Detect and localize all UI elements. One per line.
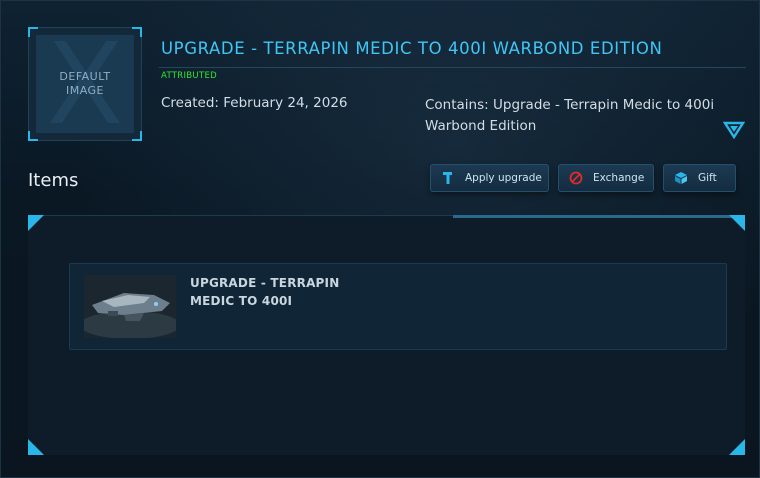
panel-corner-bracket	[729, 439, 745, 455]
panel-corner-bracket	[28, 215, 44, 231]
corner-bracket	[132, 131, 142, 141]
pledge-thumbnail: X DEFAULT IMAGE	[28, 27, 142, 141]
created-date: Created: February 24, 2026	[161, 95, 348, 111]
gift-button[interactable]: Gift	[663, 164, 736, 192]
item-title: UPGRADE - TERRAPIN MEDIC TO 400I	[190, 276, 340, 308]
exchange-label: Exchange	[593, 172, 645, 184]
thumbnail-label: DEFAULT IMAGE	[59, 70, 111, 97]
panel-highlight-bar	[453, 215, 745, 218]
panel-corner-bracket	[729, 215, 745, 231]
gift-box-icon	[674, 171, 688, 185]
items-heading: Items	[28, 170, 79, 191]
default-image-placeholder: X DEFAULT IMAGE	[36, 35, 134, 133]
wrench-icon	[441, 171, 455, 185]
exchange-button[interactable]: Exchange	[558, 164, 654, 192]
triangle-down-icon	[722, 121, 746, 140]
corner-bracket	[132, 27, 142, 37]
title-divider	[159, 67, 746, 68]
expand-toggle[interactable]	[722, 120, 746, 140]
corner-bracket	[28, 131, 38, 141]
contains-text: Contains: Upgrade - Terrapin Medic to 40…	[425, 97, 715, 134]
attributed-badge: ATTRIBUTED	[161, 71, 217, 81]
gift-label: Gift	[698, 172, 717, 184]
pledge-title: UPGRADE - TERRAPIN MEDIC TO 400I WARBOND…	[161, 39, 663, 58]
pledge-page: X DEFAULT IMAGE UPGRADE - TERRAPIN MEDIC…	[0, 0, 760, 478]
apply-upgrade-label: Apply upgrade	[465, 172, 542, 184]
no-entry-icon	[569, 171, 583, 185]
item-ship-image	[84, 275, 176, 338]
item-card[interactable]: UPGRADE - TERRAPIN MEDIC TO 400I	[69, 263, 727, 350]
apply-upgrade-button[interactable]: Apply upgrade	[430, 164, 549, 192]
panel-corner-bracket	[28, 439, 44, 455]
corner-bracket	[28, 27, 38, 37]
